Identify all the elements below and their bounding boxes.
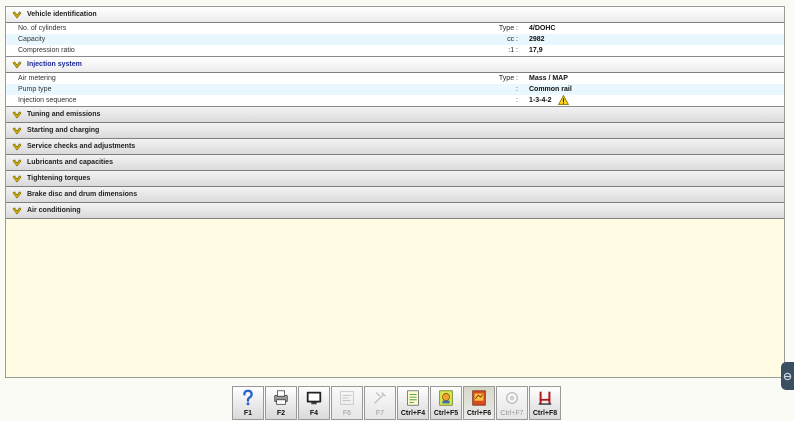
section-title: Injection system (27, 61, 82, 68)
toolbar-button-ctrl-f8[interactable]: Ctrl+F8 (529, 386, 561, 420)
print-icon (274, 390, 288, 405)
data-row: Air metering Type : Mass / MAP (6, 73, 784, 84)
chevron-icon (12, 174, 22, 182)
section-title: Tuning and emissions (27, 111, 101, 118)
row-label: Injection sequence (18, 97, 77, 104)
row-value: 17,9 (529, 47, 543, 54)
data-row: Pump type : Common rail (6, 84, 784, 95)
data-row: Capacity cc : 2982 (6, 34, 784, 45)
section-title: Service checks and adjustments (27, 143, 136, 150)
notepad-icon (407, 390, 419, 406)
row-key: Type : (498, 75, 518, 82)
row-value: 1-3-4-2 (529, 97, 552, 104)
row-key: Type : (498, 25, 518, 32)
row-value: Common rail (529, 86, 572, 93)
toolbar-button-label: Ctrl+F4 (400, 410, 426, 417)
toolbar-button-label: Ctrl+F7 (500, 410, 524, 417)
chevron-icon (12, 190, 22, 198)
data-panel: Vehicle identification No. of cylinders Ty… (5, 6, 785, 378)
chevron-icon (12, 158, 22, 166)
row-key: :1 : (508, 47, 518, 54)
tool-icon (374, 392, 386, 404)
gear-globe-icon (505, 391, 519, 405)
toolbar-button-ctrl-f6[interactable]: Ctrl+F6 (463, 386, 495, 420)
help-icon (243, 389, 253, 406)
section-rows: No. of cylinders Type : 4/DOHC Capacity cc :… (6, 23, 784, 57)
section-title: Brake disc and drum dimensions (27, 191, 138, 198)
link-icon (783, 372, 792, 380)
chevron-icon (12, 10, 22, 18)
service-hand-icon (439, 390, 453, 406)
toolbar-button-f2[interactable]: F2 (265, 386, 297, 420)
chevron-icon (12, 60, 22, 68)
function-toolbar: F1 F2 F4 F6 F7 Ctrl+F4 Ctrl+F5 Ctrl+F6 Ctrl+F7 Ct… (232, 386, 563, 420)
vehicle-book-icon (472, 390, 486, 406)
toolbar-button-label: F2 (276, 410, 286, 417)
toolbar-button-label: F1 (243, 410, 253, 417)
row-label: No. of cylinders (18, 25, 67, 32)
section-title: Lubricants and capacities (27, 159, 113, 166)
section-title: Air conditioning (27, 207, 81, 214)
lift-icon (538, 391, 552, 405)
row-label: Compression ratio (18, 47, 75, 54)
data-row: Injection sequence : 1-3-4-2 (6, 95, 784, 106)
chevron-icon (12, 110, 22, 118)
row-label: Air metering (18, 75, 56, 82)
monitor-icon (306, 391, 322, 405)
section-title: Starting and charging (27, 127, 100, 134)
section-title: Vehicle identification (27, 11, 97, 18)
toolbar-button-f6[interactable]: F6 (331, 386, 363, 420)
chevron-icon (12, 126, 22, 134)
row-value: 4/DOHC (529, 25, 556, 32)
section-header[interactable]: Starting and charging (6, 123, 784, 139)
chevron-icon (12, 206, 22, 214)
toolbar-button-f1[interactable]: F1 (232, 386, 264, 420)
toolbar-button-ctrl-f4[interactable]: Ctrl+F4 (397, 386, 429, 420)
row-value: 2982 (529, 36, 545, 43)
toolbar-button-ctrl-f7[interactable]: Ctrl+F7 (496, 386, 528, 420)
diagram-icon (340, 391, 354, 405)
section-header[interactable]: Tightening torques (6, 171, 784, 187)
toolbar-button-label: F4 (309, 410, 319, 417)
section-header[interactable]: Lubricants and capacities (6, 155, 784, 171)
section-header[interactable]: Vehicle identification (6, 7, 784, 23)
toolbar-button-label: F7 (375, 410, 385, 417)
data-row: No. of cylinders Type : 4/DOHC (6, 23, 784, 34)
section-header[interactable]: Tuning and emissions (6, 107, 784, 123)
toolbar-button-ctrl-f5[interactable]: Ctrl+F5 (430, 386, 462, 420)
section-header[interactable]: Injection system (6, 57, 784, 73)
section-header[interactable]: Service checks and adjustments (6, 139, 784, 155)
section-title: Tightening torques (27, 175, 91, 182)
toolbar-button-label: F6 (342, 410, 352, 417)
row-value: Mass / MAP (529, 75, 568, 82)
data-row: Compression ratio :1 : 17,9 (6, 45, 784, 56)
toolbar-button-label: Ctrl+F5 (433, 410, 459, 417)
row-label: Pump type (18, 86, 52, 93)
toolbar-button-f7[interactable]: F7 (364, 386, 396, 420)
toolbar-button-label: Ctrl+F8 (532, 410, 558, 417)
row-key: cc : (507, 36, 518, 43)
toolbar-button-label: Ctrl+F6 (466, 410, 492, 417)
row-key: : (516, 86, 518, 93)
row-label: Capacity (18, 36, 46, 43)
toolbar-button-f4[interactable]: F4 (298, 386, 330, 420)
section-header[interactable]: Brake disc and drum dimensions (6, 187, 784, 203)
section-rows: Air metering Type : Mass / MAP Pump type : C… (6, 73, 784, 107)
side-panel-tab[interactable] (781, 362, 794, 390)
row-key: : (516, 97, 518, 104)
chevron-icon (12, 142, 22, 150)
section-header[interactable]: Air conditioning (6, 203, 784, 219)
warning-icon (558, 95, 569, 105)
